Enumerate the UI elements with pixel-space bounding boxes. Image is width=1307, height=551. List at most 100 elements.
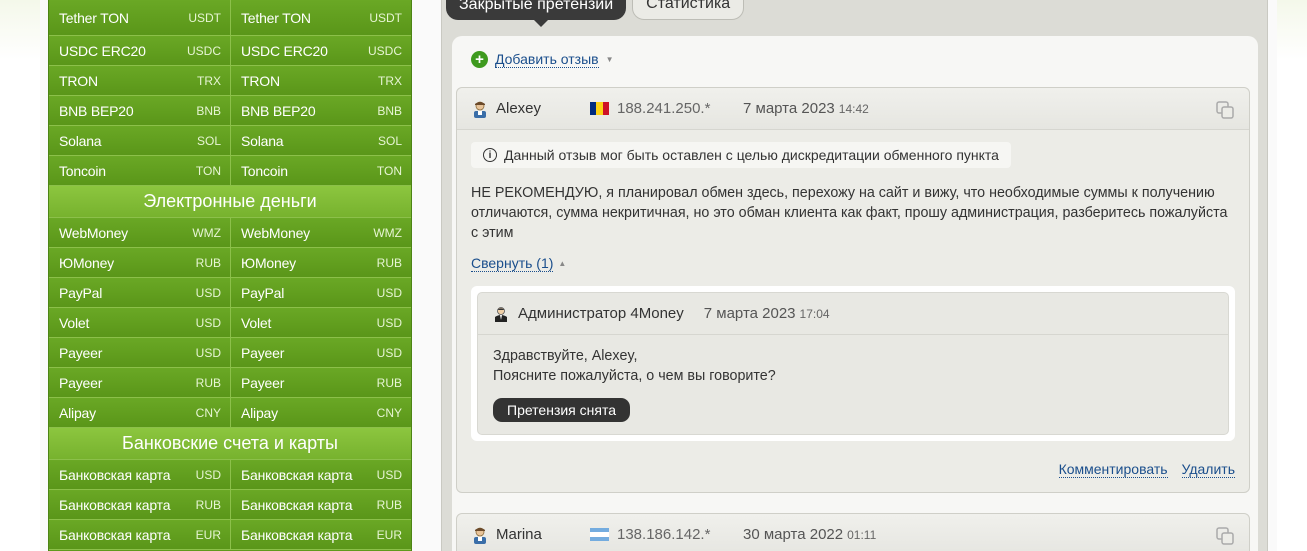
currency-row: PayPal USD PayPal USD	[49, 278, 411, 308]
delete-link[interactable]: Удалить	[1181, 461, 1235, 478]
reviews-content: + Добавить отзыв ▼ Alexey 188.241.250.* …	[452, 36, 1258, 551]
currency-right-cell[interactable]: Toncoin TON	[230, 156, 411, 185]
currency-name: Банковская карта	[241, 496, 353, 513]
review-time: 14:42	[838, 101, 869, 116]
currency-left-cell[interactable]: USDC ERC20 USDC	[49, 36, 230, 65]
currency-name: TRON	[241, 72, 280, 89]
currency-name: Volet	[241, 314, 272, 331]
review-actions: Комментировать Удалить	[457, 441, 1249, 492]
currency-name: Банковская карта	[241, 526, 353, 543]
currency-name: WebMoney	[241, 224, 310, 241]
currency-code: TON	[195, 163, 221, 178]
currency-left-cell[interactable]: Банковская карта RUB	[49, 490, 230, 519]
currency-left-cell[interactable]: Банковская карта USD	[49, 460, 230, 489]
currency-row: Toncoin TON Toncoin TON	[49, 156, 411, 186]
review-text: НЕ РЕКОМЕНДУЮ, я планировал обмен здесь,…	[471, 185, 1228, 241]
currency-name: Payeer	[59, 344, 103, 361]
currency-row: BNB BEP20 BNB BNB BEP20 BNB	[49, 96, 411, 126]
comment-link[interactable]: Комментировать	[1058, 461, 1168, 478]
currency-name: Solana	[241, 132, 284, 149]
currency-left-cell[interactable]: WebMoney WMZ	[49, 218, 230, 247]
review-header: Alexey 188.241.250.* 7 марта 2023 14:42	[457, 88, 1249, 130]
currency-left-cell[interactable]: Solana SOL	[49, 126, 230, 155]
currency-row: Payeer USD Payeer USD	[49, 338, 411, 368]
currency-right-cell[interactable]: Alipay CNY	[230, 398, 411, 427]
currency-left-cell[interactable]: Payeer USD	[49, 338, 230, 367]
collapse-label[interactable]: Свернуть (1)	[471, 255, 554, 272]
currency-left-cell[interactable]: Alipay CNY	[49, 398, 230, 427]
currency-code: RUB	[376, 375, 402, 390]
currency-right-cell[interactable]: Payeer RUB	[230, 368, 411, 397]
currency-right-cell[interactable]: Payeer USD	[230, 338, 411, 367]
tab-statistics[interactable]: Статистика	[632, 0, 745, 20]
currency-left-cell[interactable]: Банковская карта EUR	[49, 520, 230, 549]
currency-right-cell[interactable]: USDC ERC20 USDC	[230, 36, 411, 65]
flag-romania-icon	[590, 102, 609, 115]
review-time: 01:11	[847, 527, 877, 542]
currency-left-cell[interactable]: Tether TON USDT	[49, 0, 230, 35]
currency-right-cell[interactable]: Банковская карта USD	[230, 460, 411, 489]
currency-left-cell[interactable]: ЮMoney RUB	[49, 248, 230, 277]
currency-code: USD	[376, 467, 402, 482]
dropdown-caret-icon: ▼	[605, 55, 614, 64]
add-review-label[interactable]: Добавить отзыв	[495, 51, 599, 68]
currency-row: Solana SOL Solana SOL	[49, 126, 411, 156]
currency-right-cell[interactable]: Solana SOL	[230, 126, 411, 155]
copy-link-icon[interactable]	[1215, 100, 1235, 120]
collapse-replies[interactable]: Свернуть (1) ▲	[471, 255, 1249, 272]
currency-left-cell[interactable]: BNB BEP20 BNB	[49, 96, 230, 125]
section-bank-title: Банковские счета и карты	[49, 428, 411, 460]
currency-left-cell[interactable]: Toncoin TON	[49, 156, 230, 185]
currency-row: Tether TON USDT Tether TON USDT	[49, 0, 411, 36]
currency-name: USDC ERC20	[59, 42, 146, 59]
currency-code: BNB	[377, 103, 402, 118]
currency-left-cell[interactable]: Volet USD	[49, 308, 230, 337]
currency-right-cell[interactable]: WebMoney WMZ	[230, 218, 411, 247]
copy-link-icon[interactable]	[1215, 526, 1235, 546]
claim-withdrawn-badge: Претензия снята	[493, 398, 631, 422]
add-review-link[interactable]: + Добавить отзыв ▼	[471, 51, 614, 68]
currency-right-cell[interactable]: ЮMoney RUB	[230, 248, 411, 277]
currency-right-cell[interactable]: Банковская карта EUR	[230, 520, 411, 549]
caret-up-icon: ▲	[558, 259, 567, 268]
review-ip: 188.241.250.*	[617, 100, 711, 117]
currency-left-cell[interactable]: TRON TRX	[49, 66, 230, 95]
currency-row: Alipay CNY Alipay CNY	[49, 398, 411, 428]
currency-left-cell[interactable]: PayPal USD	[49, 278, 230, 307]
currency-name: Volet	[59, 314, 90, 331]
currency-name: USDC ERC20	[241, 42, 328, 59]
currency-right-cell[interactable]: PayPal USD	[230, 278, 411, 307]
currency-right-cell[interactable]: TRON TRX	[230, 66, 411, 95]
currency-name: Toncoin	[59, 162, 106, 179]
reply-container: Администратор 4Money 7 марта 2023 17:04 …	[471, 286, 1235, 441]
currency-right-cell[interactable]: BNB BEP20 BNB	[230, 96, 411, 125]
currency-name: WebMoney	[59, 224, 128, 241]
currency-name: Банковская карта	[241, 466, 353, 483]
currency-left-cell[interactable]: Payeer RUB	[49, 368, 230, 397]
currency-name: Payeer	[241, 344, 285, 361]
admin-avatar-icon	[495, 306, 507, 322]
reviews-panel: Закрытые претензии Статистика + Добавить…	[441, 0, 1268, 551]
currency-right-cell[interactable]: Volet USD	[230, 308, 411, 337]
review-date: 30 марта 2022	[743, 526, 844, 543]
currency-right-cell[interactable]: Tether TON USDT	[230, 0, 411, 35]
currency-code: SOL	[377, 133, 402, 148]
currency-code: WMZ	[373, 225, 402, 240]
currency-code: CNY	[195, 405, 221, 420]
currency-code: USDC	[186, 43, 221, 58]
currency-code: RUB	[376, 497, 402, 512]
tab-closed-claims[interactable]: Закрытые претензии	[446, 0, 627, 20]
currency-row: Банковская карта EUR Банковская карта EUR	[49, 520, 411, 550]
currency-code: TRX	[378, 73, 402, 88]
reply-author: Администратор 4Money	[518, 305, 684, 322]
currency-row: Payeer RUB Payeer RUB	[49, 368, 411, 398]
currency-name: Alipay	[241, 404, 278, 421]
reply-header: Администратор 4Money 7 марта 2023 17:04	[478, 293, 1228, 335]
currency-name: Tether TON	[241, 9, 311, 26]
info-icon: i	[483, 148, 497, 162]
review-card: Alexey 188.241.250.* 7 марта 2023 14:42 …	[456, 87, 1250, 493]
currency-name: Банковская карта	[59, 496, 171, 513]
currency-right-cell[interactable]: Банковская карта RUB	[230, 490, 411, 519]
reply-time: 17:04	[799, 306, 830, 321]
currency-row: TRON TRX TRON TRX	[49, 66, 411, 96]
